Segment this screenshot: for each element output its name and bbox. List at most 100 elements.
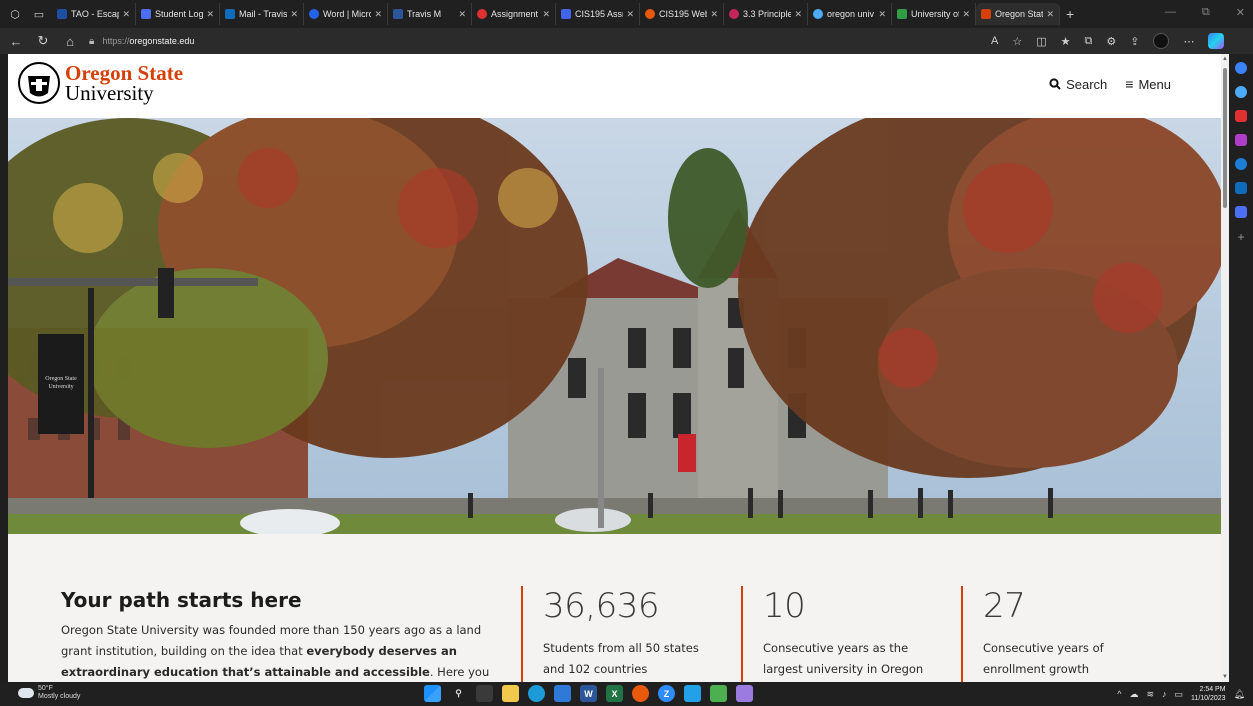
stat-students: 36,636 Students from all 50 states and 1… <box>521 586 721 682</box>
close-tab-icon[interactable]: ✕ <box>542 9 550 20</box>
tab[interactable]: oregon univ ✕ <box>808 3 892 25</box>
tab[interactable]: Word | Micro ✕ <box>304 3 388 25</box>
refresh-icon[interactable]: ↻ <box>32 30 54 52</box>
scroll-up-icon[interactable]: ▲ <box>1222 56 1228 62</box>
notifications-icon[interactable] <box>1235 62 1247 74</box>
logo-line-1: Oregon State <box>65 61 184 85</box>
add-sidebar-icon[interactable]: + <box>1237 230 1244 244</box>
volume-icon[interactable]: ♪ <box>1162 689 1167 699</box>
scroll-thumb[interactable] <box>1223 68 1227 208</box>
start-icon[interactable] <box>424 685 441 702</box>
tab[interactable]: CIS195 Assn ✕ <box>556 3 640 25</box>
close-tab-icon[interactable]: ✕ <box>794 9 802 20</box>
address-bar[interactable]: 🔒︎ https://oregonstate.edu <box>89 31 979 51</box>
search-sidebar-icon[interactable] <box>1235 86 1247 98</box>
edge-icon[interactable] <box>528 685 545 702</box>
restore-icon[interactable]: ⧉ <box>1202 6 1210 19</box>
onedrive-icon[interactable]: ☁ <box>1129 689 1138 700</box>
stat-description: Consecutive years as the largest univers… <box>763 641 924 676</box>
close-tab-icon[interactable]: ✕ <box>626 9 634 20</box>
new-tab-icon[interactable]: + <box>1066 6 1074 22</box>
close-tab-icon[interactable]: ✕ <box>374 9 382 20</box>
home-icon[interactable]: ⌂ <box>59 30 81 52</box>
close-tab-icon[interactable]: ✕ <box>1046 9 1054 20</box>
notification-bell-icon[interactable]: 🔔︎ <box>1234 689 1245 700</box>
read-aloud-icon[interactable]: A <box>991 35 998 47</box>
chevron-up-icon[interactable]: ^ <box>1117 689 1121 699</box>
tab[interactable]: 3.3 Principle ✕ <box>724 3 808 25</box>
more-options-icon[interactable]: ⋯ <box>1183 35 1194 48</box>
paint-icon[interactable] <box>736 685 753 702</box>
tab[interactable]: Student Login✕ <box>136 3 220 25</box>
tab-active[interactable]: Oregon State ✕ <box>976 3 1060 25</box>
favorite-star-icon[interactable]: ☆ <box>1012 35 1022 48</box>
close-tab-icon[interactable]: ✕ <box>458 9 466 20</box>
file-explorer-icon[interactable] <box>502 685 519 702</box>
close-tab-icon[interactable]: ✕ <box>710 9 718 20</box>
tab-title: CIS195 Web <box>659 9 708 19</box>
osu-logo[interactable]: Oregon State University <box>18 62 183 104</box>
search-icon <box>1049 78 1061 90</box>
close-tab-icon[interactable]: ✕ <box>878 9 886 20</box>
weather-widget[interactable]: 50°F Mostly cloudy <box>18 685 80 701</box>
tab[interactable]: CIS195 Web ✕ <box>640 3 724 25</box>
osu-seal-icon <box>18 62 60 104</box>
windows-taskbar: 50°F Mostly cloudy ⚲ W X Z ^ ☁ ≋ ♪ ▭ 2:5… <box>0 682 1253 706</box>
hero-image: Oregon State University <box>8 118 1221 534</box>
close-window-icon[interactable]: ✕ <box>1236 6 1245 19</box>
tab[interactable]: University of ✕ <box>892 3 976 25</box>
tab-favicon <box>225 9 235 19</box>
search-taskbar-icon[interactable]: ⚲ <box>450 685 467 702</box>
zoom-icon[interactable]: Z <box>658 685 675 702</box>
share-icon[interactable]: ⇪ <box>1130 35 1139 48</box>
close-tab-icon[interactable]: ✕ <box>206 9 214 20</box>
chrome-icon[interactable] <box>632 685 649 702</box>
excel-icon[interactable]: X <box>606 685 623 702</box>
tab-title: Travis M <box>407 9 442 19</box>
copilot-sidebar-icon[interactable] <box>1235 158 1247 170</box>
tab[interactable]: Assignment ✕ <box>472 3 556 25</box>
temperature: 50°F <box>38 685 53 692</box>
clock[interactable]: 2:54 PM 11/10/2023 <box>1191 685 1226 703</box>
scroll-down-icon[interactable]: ▼ <box>1222 674 1228 680</box>
address-bar-row: ← ↻ ⌂ 🔒︎ https://oregonstate.edu A ☆ ◫ ★… <box>0 28 1253 54</box>
extensions-icon[interactable]: ⚙ <box>1106 35 1116 48</box>
page-scrollbar[interactable]: ▲ ▼ <box>1221 54 1229 682</box>
split-screen-icon[interactable]: ◫ <box>1036 35 1046 48</box>
battery-icon[interactable]: ▭ <box>1175 689 1184 700</box>
edge-sidebar: + <box>1229 54 1253 682</box>
copilot-icon[interactable] <box>1208 33 1225 49</box>
outlook-icon[interactable] <box>1235 182 1247 194</box>
shopping-icon[interactable] <box>1235 110 1247 122</box>
favorites-icon[interactable]: ★ <box>1061 35 1071 48</box>
url-host: oregonstate.edu <box>129 36 195 46</box>
menu-button[interactable]: ≡ Menu <box>1125 76 1171 92</box>
lock-icon[interactable]: 🔒︎ <box>89 36 94 47</box>
store-icon[interactable] <box>554 685 571 702</box>
collections-icon[interactable]: ⧉ <box>1085 35 1093 48</box>
tab[interactable]: Mail - Travis ✕ <box>220 3 304 25</box>
tab-favicon <box>981 9 991 19</box>
close-tab-icon[interactable]: ✕ <box>122 9 130 20</box>
tab-favicon <box>57 9 67 19</box>
drop-icon[interactable] <box>1235 206 1247 218</box>
python-icon[interactable] <box>710 685 727 702</box>
word-icon[interactable]: W <box>580 685 597 702</box>
toolbar-actions: A ☆ ◫ ★ ⧉ ⚙ ⇪ ⋯ <box>991 33 1225 49</box>
vscode-icon[interactable] <box>684 685 701 702</box>
close-tab-icon[interactable]: ✕ <box>962 9 970 20</box>
close-tab-icon[interactable]: ✕ <box>290 9 298 20</box>
wifi-icon[interactable]: ≋ <box>1146 689 1154 700</box>
task-view-icon[interactable] <box>476 685 493 702</box>
stat-largest: 10 Consecutive years as the largest univ… <box>741 586 941 682</box>
minimize-icon[interactable]: — <box>1165 6 1176 19</box>
games-icon[interactable] <box>1235 134 1247 146</box>
back-icon[interactable]: ← <box>5 30 27 52</box>
workspaces-icon[interactable]: ⬡ <box>6 5 24 23</box>
tab-favicon <box>561 9 571 19</box>
search-button[interactable]: Search <box>1049 76 1107 92</box>
tab[interactable]: TAO - Escape✕ <box>52 3 136 25</box>
tab[interactable]: Travis M ✕ <box>388 3 472 25</box>
profile-avatar[interactable] <box>1153 33 1170 49</box>
tab-actions-icon[interactable]: ▭ <box>30 5 48 23</box>
